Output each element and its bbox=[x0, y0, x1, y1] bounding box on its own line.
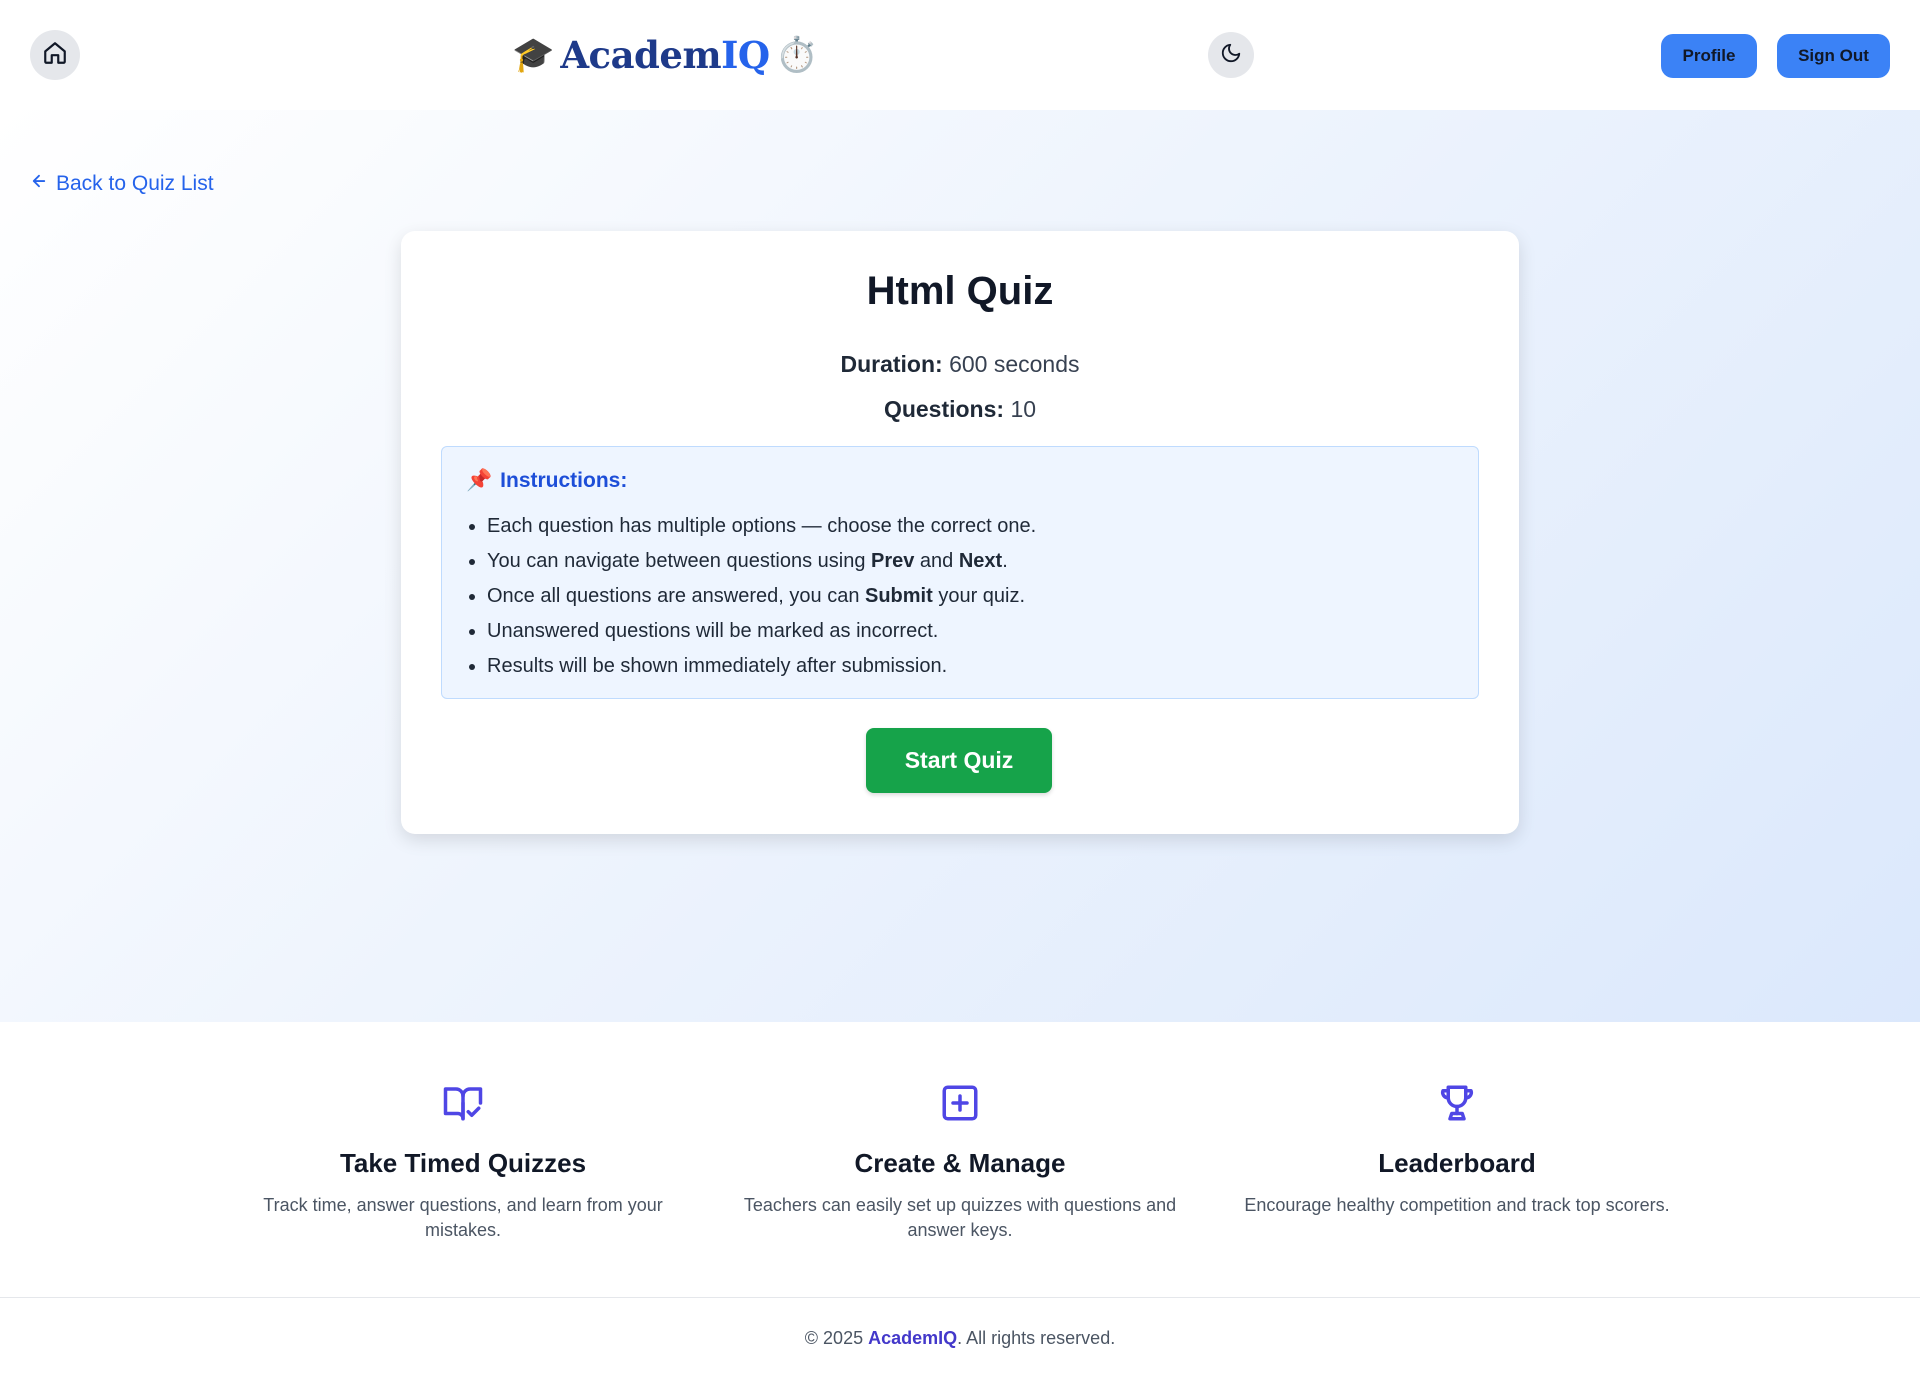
instruction-item: You can navigate between questions using… bbox=[487, 544, 1036, 579]
back-to-quiz-list-link[interactable]: Back to Quiz List bbox=[30, 172, 214, 196]
top-navbar: 🎓 AcademIQ ⏱️ Profile Sign Out bbox=[0, 0, 1920, 110]
instructions-box: 📌 Instructions: Each question has multip… bbox=[441, 446, 1479, 699]
moon-icon bbox=[1220, 42, 1242, 69]
pushpin-icon: 📌 bbox=[466, 469, 493, 492]
feature-create-manage: Create & Manage Teachers can easily set … bbox=[740, 1082, 1180, 1243]
instruction-item: Each question has multiple options — cho… bbox=[487, 509, 1036, 544]
feature-description: Teachers can easily set up quizzes with … bbox=[743, 1195, 1177, 1240]
theme-toggle-button[interactable] bbox=[1208, 32, 1254, 78]
profile-button[interactable]: Profile bbox=[1661, 34, 1757, 78]
quiz-card: Html Quiz Duration: 600 seconds Question… bbox=[401, 231, 1519, 834]
footer: © 2025 AcademIQ. All rights reserved. bbox=[0, 1297, 1920, 1382]
instructions-heading: 📌 Instructions: bbox=[466, 469, 628, 492]
feature-title: Take Timed Quizzes bbox=[339, 1148, 587, 1178]
arrow-left-icon bbox=[30, 172, 48, 196]
quiz-question-count: Questions: 10 bbox=[883, 396, 1037, 422]
plus-square-icon bbox=[740, 1082, 1180, 1126]
trophy-icon bbox=[1237, 1082, 1677, 1126]
instruction-item: Once all questions are answered, you can… bbox=[487, 579, 1036, 614]
home-button[interactable] bbox=[30, 30, 80, 80]
feature-title: Create & Manage bbox=[854, 1148, 1066, 1178]
book-check-icon bbox=[243, 1082, 683, 1126]
instruction-item: Results will be shown immediately after … bbox=[487, 649, 1036, 684]
stopwatch-icon: ⏱️ bbox=[775, 36, 819, 74]
feature-description: Encourage healthy competition and track … bbox=[1244, 1195, 1670, 1215]
back-link-label: Back to Quiz List bbox=[56, 172, 214, 195]
start-quiz-button[interactable]: Start Quiz bbox=[866, 728, 1052, 793]
main-section: Back to Quiz List Html Quiz Duration: 60… bbox=[0, 110, 1920, 1022]
feature-description: Track time, answer questions, and learn … bbox=[263, 1195, 663, 1240]
app-logo[interactable]: 🎓 AcademIQ ⏱️ bbox=[512, 30, 818, 80]
quiz-duration: Duration: 600 seconds bbox=[840, 351, 1080, 377]
feature-leaderboard: Leaderboard Encourage healthy competitio… bbox=[1237, 1082, 1677, 1218]
home-icon bbox=[42, 40, 68, 71]
footer-brand-link[interactable]: AcademIQ bbox=[868, 1328, 957, 1348]
graduation-cap-icon: 🎓 bbox=[512, 36, 555, 74]
instruction-item: Unanswered questions will be marked as i… bbox=[487, 614, 1036, 649]
copyright-text: © 2025 AcademIQ. All rights reserved. bbox=[804, 1328, 1116, 1348]
features-section: Take Timed Quizzes Track time, answer qu… bbox=[0, 1022, 1920, 1297]
quiz-title: Html Quiz bbox=[866, 269, 1054, 313]
instructions-list: Each question has multiple options — cho… bbox=[487, 509, 1036, 684]
feature-timed-quizzes: Take Timed Quizzes Track time, answer qu… bbox=[243, 1082, 683, 1243]
sign-out-button[interactable]: Sign Out bbox=[1777, 34, 1890, 78]
feature-title: Leaderboard bbox=[1378, 1148, 1536, 1178]
brand-name: AcademIQ bbox=[560, 33, 770, 77]
